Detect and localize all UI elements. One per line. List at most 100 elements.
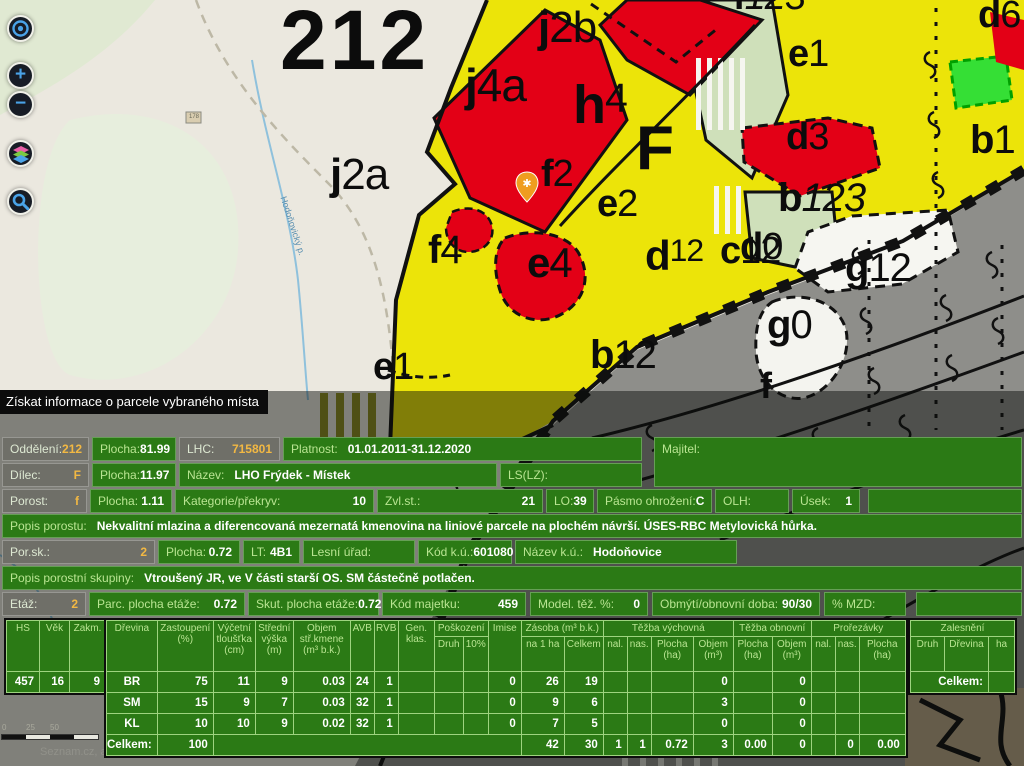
field-obmyti: Obmýtí/obnovní doba:90/30 — [652, 592, 820, 616]
app-window: ✱ 212 j2b j4a h4 F f2 e2 j2a f4 e4 e1 d1… — [0, 0, 1024, 766]
field-nazev: Název:LHO Frýdek - Místek — [179, 463, 497, 487]
field-olh: OLH: — [715, 489, 789, 513]
field-filler-r7 — [916, 592, 1022, 616]
field-porost: Porost:f — [2, 489, 87, 513]
map-label: b12 — [590, 335, 656, 375]
colgroup-prorezavky: Prořezávky — [811, 621, 905, 637]
map-label: f123 — [733, 0, 805, 16]
field-plocha-porsk: Plocha:0.72 — [158, 540, 240, 564]
locate-button[interactable] — [7, 15, 34, 42]
field-skut-plocha: Skut. plocha etáže:0.72 — [248, 592, 379, 616]
table-row-sm: SM15 97 0.0332 1 09 6 3 0 — [107, 693, 906, 714]
minus-icon: − — [15, 94, 26, 113]
col-na-1-ha: na 1 ha — [521, 637, 564, 672]
table-row: 457169 — [7, 672, 106, 693]
col-vycetni: Výčetní tloušťka (cm) — [213, 621, 255, 672]
map-label: f4 — [428, 230, 462, 270]
stand-summary-table: HS Věk Zakm. 457169 — [6, 620, 106, 693]
map-label: b1 — [970, 120, 1015, 160]
map-label: f — [760, 368, 771, 404]
col-tv-plocha: Plocha (ha) — [651, 637, 693, 672]
map-label: d0 — [740, 228, 782, 266]
colgroup-poskozeni: Poškození — [434, 621, 488, 637]
field-porsk: Por.sk.:2 — [2, 540, 155, 564]
zoom-out-button[interactable]: − — [7, 91, 34, 118]
col-vek: Věk — [40, 621, 70, 672]
map-label: d12 — [645, 235, 703, 277]
col-posk-druh: Druh — [434, 637, 463, 672]
col-pr-nal: nal. — [811, 637, 835, 672]
map-tooltip: Získat informace o parcele vybraného mís… — [0, 390, 268, 414]
colgroup-zalesneni: Zalesnění — [911, 621, 1015, 637]
map-label: h4 — [573, 78, 627, 132]
field-popis-porostu: Popis porostu:Nekvalitní mlazina a difer… — [2, 514, 1022, 538]
field-dilec: Dílec:F — [2, 463, 89, 487]
col-pr-plocha: Plocha (ha) — [859, 637, 905, 672]
col-zal-druh: Druh — [911, 637, 945, 672]
field-lslz: LS(LZ): — [500, 463, 642, 487]
col-to-plocha: Plocha (ha) — [733, 637, 772, 672]
col-stredni: Střední výška (m) — [255, 621, 293, 672]
map-label: e2 — [597, 185, 637, 223]
col-drevina: Dřevina — [107, 621, 158, 672]
map-label: j4a — [465, 62, 526, 108]
field-filler-r3 — [868, 489, 1022, 513]
field-lo: LO:39 — [546, 489, 594, 513]
layers-icon — [12, 145, 30, 163]
col-zal-ha: ha — [989, 637, 1015, 672]
field-parc-plocha: Parc. plocha etáže:0.72 — [89, 592, 245, 616]
col-avb: AVB — [350, 621, 374, 672]
plus-icon: + — [15, 65, 26, 84]
field-nazev-ku: Název k.ú.:Hodoňovice — [515, 540, 737, 564]
field-kod-majetku: Kód majetku:459 — [382, 592, 526, 616]
map-label: 178 — [189, 114, 199, 120]
map-label: b123 — [778, 178, 865, 218]
col-tv-nal: nal. — [603, 637, 627, 672]
colgroup-zasoba: Zásoba (m³ b.k.) — [521, 621, 603, 637]
col-imise: Imise — [488, 621, 521, 672]
col-zastoupeni: Zastoupení (%) — [157, 621, 213, 672]
map-label: F — [636, 118, 677, 180]
field-plocha-porost: Plocha:1.11 — [90, 489, 172, 513]
map-label: g0 — [767, 305, 812, 345]
col-posk-10pct: 10% — [463, 637, 488, 672]
col-pr-nas: nas. — [835, 637, 859, 672]
svg-text:✱: ✱ — [522, 178, 531, 190]
col-rvb: RVB — [374, 621, 398, 672]
layers-button[interactable] — [7, 140, 34, 167]
map-label: e1 — [788, 35, 828, 73]
map-label: j2b — [538, 6, 596, 50]
col-hs: HS — [7, 621, 40, 672]
field-zvlst: Zvl.st.:21 — [377, 489, 543, 513]
field-lesni-urad: Lesní úřad: — [303, 540, 415, 564]
map-label: e1 — [373, 348, 413, 386]
col-gen-klas: Gen. klas. — [398, 621, 434, 672]
colgroup-tezba-obnovni: Těžba obnovní — [733, 621, 811, 637]
field-etaz: Etáž:2 — [2, 592, 86, 616]
field-lhc: LHC:715801 — [179, 437, 280, 461]
field-model-tez: Model. těž. %:0 — [530, 592, 648, 616]
zoom-in-button[interactable]: + — [7, 62, 34, 89]
col-tv-objem: Objem (m³) — [693, 637, 733, 672]
map-scale-ticks: 02550 — [2, 723, 102, 732]
search-button[interactable] — [7, 188, 34, 215]
field-kod-ku: Kód k.ú.:601080 — [418, 540, 512, 564]
map-label: 212 — [280, 0, 429, 82]
table-row-kl: KL10 109 0.0232 1 07 5 0 0 — [107, 714, 906, 735]
field-oddeleni: Oddělení:212 — [2, 437, 89, 461]
field-lt: LT:4B1 — [243, 540, 300, 564]
col-objem-kmene: Objem stř.kmene (m³ b.k.) — [293, 621, 350, 672]
field-mzd: % MZD: — [824, 592, 906, 616]
table-row-br: BR75 119 0.0324 1 026 19 0 0 — [107, 672, 906, 693]
table-row-total: Celkem: 100 4230 11 0.723 0.000 0 0.00 — [107, 735, 906, 756]
field-kategorie: Kategorie/překryv:10 — [175, 489, 374, 513]
map-label: d6 — [978, 0, 1020, 34]
table-row-zal-total: Celkem: — [911, 672, 1015, 693]
colgroup-tezba-vychovna: Těžba výchovná — [603, 621, 733, 637]
col-to-objem: Objem (m³) — [772, 637, 811, 672]
map-label: e4 — [527, 242, 572, 284]
field-plocha-oddeleni: Plocha:81.99 — [92, 437, 176, 461]
col-zal-drevina: Dřevina — [945, 637, 989, 672]
map-label: j2a — [330, 153, 388, 197]
species-table: Dřevina Zastoupení (%) Výčetní tloušťka … — [106, 620, 906, 756]
